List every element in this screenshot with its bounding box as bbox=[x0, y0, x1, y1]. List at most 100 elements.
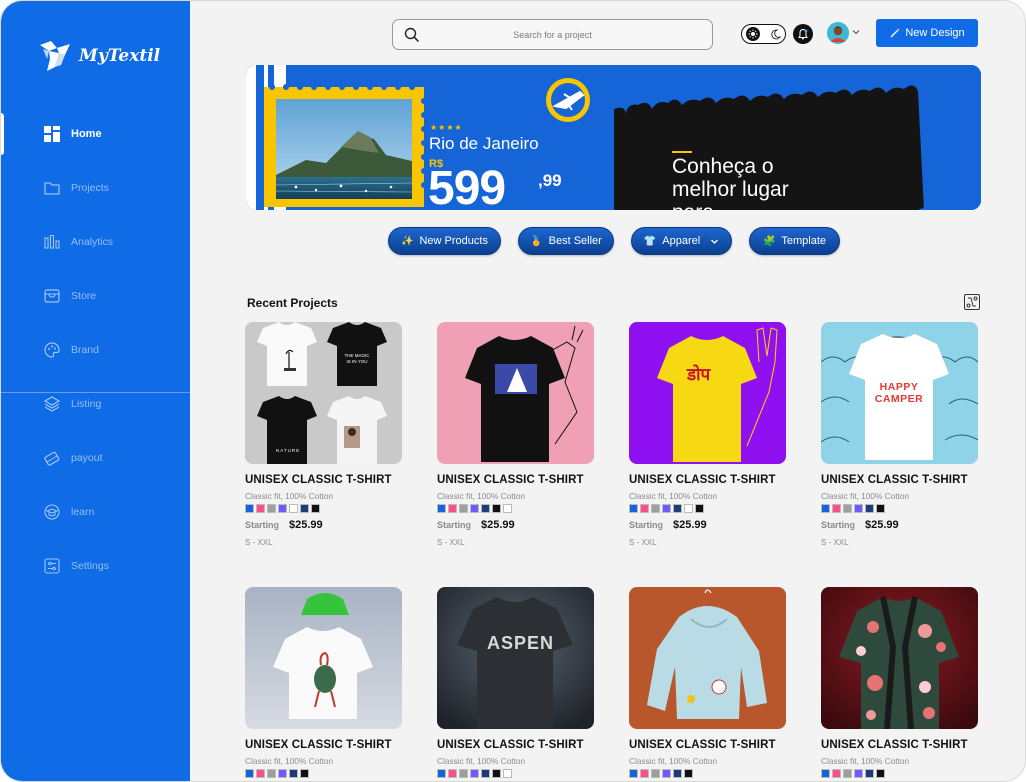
swatch-gray[interactable] bbox=[267, 769, 276, 778]
swatch-pink[interactable] bbox=[448, 769, 457, 778]
swatch-gray[interactable] bbox=[459, 769, 468, 778]
swatch-pink[interactable] bbox=[640, 504, 649, 513]
swatch-white[interactable] bbox=[503, 769, 512, 778]
sidebar-item-brand[interactable]: Brand bbox=[1, 323, 190, 377]
chip-best-seller[interactable]: 🏅 Best Seller bbox=[518, 227, 614, 255]
new-design-button[interactable]: New Design bbox=[876, 19, 978, 47]
search-bar[interactable] bbox=[392, 19, 713, 50]
shirt-print-text: डोप bbox=[687, 365, 711, 384]
product-image[interactable]: डोप bbox=[629, 322, 786, 464]
product-image[interactable] bbox=[821, 587, 978, 729]
chip-label: Best Seller bbox=[548, 235, 602, 247]
swatch-gray[interactable] bbox=[843, 769, 852, 778]
banner-headline: Conheça o melhor lugar para bbox=[672, 155, 789, 210]
product-image[interactable]: ASPEN bbox=[437, 587, 594, 729]
card-subtitle: Classic fit, 100% Cotton bbox=[629, 491, 718, 501]
product-card[interactable]: HAPPY CAMPER UNISEX CLASSIC T-SHIRT Clas… bbox=[821, 322, 979, 547]
swatch-black[interactable] bbox=[300, 769, 309, 778]
swatch-blue[interactable] bbox=[629, 504, 638, 513]
sidebar-item-learn[interactable]: learn bbox=[1, 485, 190, 539]
swatch-pink[interactable] bbox=[832, 504, 841, 513]
swatch-purple[interactable] bbox=[854, 769, 863, 778]
swatch-pink[interactable] bbox=[832, 769, 841, 778]
product-image[interactable] bbox=[437, 322, 594, 464]
swatch-blue[interactable] bbox=[437, 769, 446, 778]
swatch-blue[interactable] bbox=[245, 504, 254, 513]
theme-toggle[interactable] bbox=[741, 24, 786, 44]
brand-logo[interactable]: MyTextil bbox=[37, 39, 160, 73]
chevron-down-icon[interactable] bbox=[852, 28, 860, 36]
product-image[interactable] bbox=[245, 587, 402, 729]
avatar[interactable] bbox=[827, 22, 849, 44]
new-design-label: New Design bbox=[905, 27, 965, 39]
sidebar-item-listing[interactable]: Listing bbox=[1, 377, 190, 431]
swatch-navy[interactable] bbox=[481, 769, 490, 778]
swatch-pink[interactable] bbox=[256, 504, 265, 513]
swatch-black[interactable] bbox=[876, 769, 885, 778]
swatch-gray[interactable] bbox=[651, 504, 660, 513]
sidebar-item-store[interactable]: Store bbox=[1, 269, 190, 323]
swatch-white[interactable] bbox=[503, 504, 512, 513]
product-image[interactable] bbox=[629, 587, 786, 729]
swatch-white[interactable] bbox=[684, 504, 693, 513]
swatch-black[interactable] bbox=[695, 504, 704, 513]
swatch-purple[interactable] bbox=[470, 769, 479, 778]
swatch-gray[interactable] bbox=[843, 504, 852, 513]
size-range: S - XXL bbox=[821, 538, 849, 547]
swatch-navy[interactable] bbox=[481, 504, 490, 513]
swatch-navy[interactable] bbox=[300, 504, 309, 513]
chip-template[interactable]: 🧩 Template bbox=[749, 227, 840, 255]
swatch-pink[interactable] bbox=[256, 769, 265, 778]
swatch-blue[interactable] bbox=[629, 769, 638, 778]
chip-apparel-dropdown[interactable]: 👕 Apparel bbox=[631, 227, 732, 255]
swatch-gray[interactable] bbox=[651, 769, 660, 778]
swatch-black[interactable] bbox=[311, 504, 320, 513]
swatch-gray[interactable] bbox=[459, 504, 468, 513]
swatch-blue[interactable] bbox=[821, 769, 830, 778]
swatch-purple[interactable] bbox=[662, 504, 671, 513]
swatch-blue[interactable] bbox=[821, 504, 830, 513]
swatch-navy[interactable] bbox=[865, 769, 874, 778]
swatch-navy[interactable] bbox=[673, 504, 682, 513]
swatch-pink[interactable] bbox=[640, 769, 649, 778]
swatch-purple[interactable] bbox=[854, 504, 863, 513]
swatch-black[interactable] bbox=[876, 504, 885, 513]
product-image[interactable]: THE MAGIC IS IN YOU NATURE bbox=[245, 322, 402, 464]
product-card[interactable]: UNISEX CLASSIC T-SHIRT Classic fit, 100%… bbox=[629, 587, 787, 778]
product-card[interactable]: UNISEX CLASSIC T-SHIRT Classic fit, 100%… bbox=[245, 587, 403, 778]
swatch-black[interactable] bbox=[492, 769, 501, 778]
product-card[interactable]: डोप UNISEX CLASSIC T-SHIRT Classic fit, … bbox=[629, 322, 787, 547]
swatch-gray[interactable] bbox=[267, 504, 276, 513]
swatch-navy[interactable] bbox=[289, 769, 298, 778]
product-card[interactable]: THE MAGIC IS IN YOU NATURE UNISEX CLASSI… bbox=[245, 322, 403, 547]
shirt-print-text: THE MAGIC IS IN YOU bbox=[344, 353, 370, 364]
sidebar-item-payout[interactable]: payout bbox=[1, 431, 190, 485]
airplane-icon bbox=[546, 78, 590, 122]
search-input[interactable] bbox=[393, 20, 712, 49]
promo-banner[interactable]: ★★★★ Rio de Janeiro R$ 599 ,99 Conheça o… bbox=[246, 65, 981, 210]
product-card[interactable]: ASPEN UNISEX CLASSIC T-SHIRT Classic fit… bbox=[437, 587, 595, 778]
chip-new-products[interactable]: ✨ New Products bbox=[388, 227, 501, 255]
sidebar-item-settings[interactable]: Settings bbox=[1, 539, 190, 593]
swatch-purple[interactable] bbox=[278, 504, 287, 513]
swatch-purple[interactable] bbox=[278, 769, 287, 778]
swatch-purple[interactable] bbox=[470, 504, 479, 513]
sidebar-item-home[interactable]: Home bbox=[1, 107, 190, 161]
product-card[interactable]: UNISEX CLASSIC T-SHIRT Classic fit, 100%… bbox=[437, 322, 595, 547]
swatch-purple[interactable] bbox=[662, 769, 671, 778]
swatch-white[interactable] bbox=[289, 504, 298, 513]
product-image[interactable]: HAPPY CAMPER bbox=[821, 322, 978, 464]
swatch-blue[interactable] bbox=[437, 504, 446, 513]
swatch-navy[interactable] bbox=[865, 504, 874, 513]
product-card[interactable]: UNISEX CLASSIC T-SHIRT Classic fit, 100%… bbox=[821, 587, 979, 778]
sidebar-item-analytics[interactable]: Analytics bbox=[1, 215, 190, 269]
swatch-black[interactable] bbox=[492, 504, 501, 513]
swatch-black[interactable] bbox=[684, 769, 693, 778]
sidebar-item-projects[interactable]: Projects bbox=[1, 161, 190, 215]
swatch-blue[interactable] bbox=[245, 769, 254, 778]
swatch-navy[interactable] bbox=[673, 769, 682, 778]
view-toggle-button[interactable] bbox=[964, 294, 980, 310]
notification-button[interactable] bbox=[793, 24, 813, 44]
swatch-pink[interactable] bbox=[448, 504, 457, 513]
color-swatches bbox=[245, 504, 403, 513]
